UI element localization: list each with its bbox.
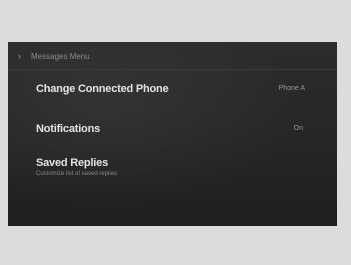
- notifications-label: Notifications: [36, 123, 101, 135]
- change-connected-phone-item[interactable]: Change Connected Phone Phone A: [8, 83, 337, 113]
- saved-replies-label: Saved Replies: [36, 157, 108, 169]
- connected-phone-value: Phone A: [278, 85, 305, 92]
- change-connected-phone-label: Change Connected Phone: [36, 83, 169, 95]
- menu-header[interactable]: › Messages Menu: [18, 51, 90, 61]
- saved-replies-item[interactable]: Saved Replies Customize list of saved re…: [8, 157, 337, 187]
- menu-header-title: Messages Menu: [31, 51, 90, 61]
- notifications-value: On: [293, 125, 303, 132]
- chevron-right-icon: ›: [18, 51, 21, 61]
- menu-screen: › Messages Menu Change Connected Phone P…: [8, 42, 337, 226]
- header-divider: [8, 69, 337, 70]
- notifications-item[interactable]: Notifications On: [8, 123, 337, 153]
- saved-replies-description: Customize list of saved replies: [36, 171, 118, 177]
